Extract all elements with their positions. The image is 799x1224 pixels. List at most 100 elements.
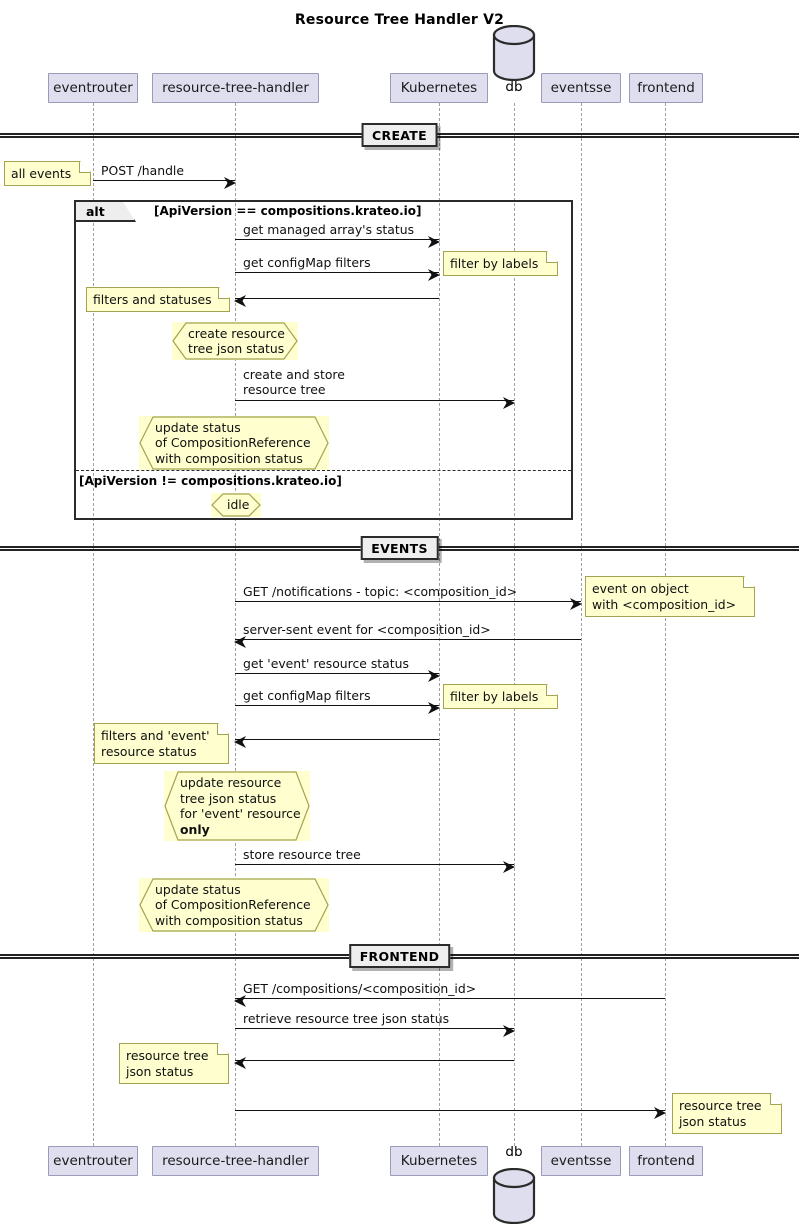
divider-create: CREATE <box>361 123 438 147</box>
arrow-head <box>234 733 246 748</box>
note-filters-and-event-resource-status: filters and 'event' resource status <box>94 723 229 764</box>
message-label-get-configmap-filters-create: get configMap filters <box>243 254 371 270</box>
arrow-head <box>654 1104 666 1119</box>
participant-frontend[interactable]: frontend <box>629 73 703 103</box>
divider-events: EVENTS <box>360 536 439 560</box>
message-create-and-store-resource-tree <box>235 400 514 401</box>
participant-resource-tree-handler[interactable]: resource-tree-handler <box>152 73 319 103</box>
arrow-head <box>428 233 440 248</box>
message-label-get-notifications: GET /notifications - topic: <composition… <box>243 583 518 599</box>
arrow-head <box>234 292 246 307</box>
participant-label-kubernetes: Kubernetes <box>400 1153 478 1169</box>
participant-label-frontend: frontend <box>637 1153 695 1169</box>
arrow-head <box>503 394 515 409</box>
message-get-configmap-filters-create <box>235 272 439 273</box>
message-filters-and-statuses-return <box>235 298 439 299</box>
message-label-get-compositions: GET /compositions/<composition_id> <box>243 980 477 996</box>
message-get-event-resource-status <box>235 673 439 674</box>
message-get-notifications <box>235 601 581 602</box>
note-text-all-events: all events <box>11 166 72 181</box>
participant-label-eventrouter: eventrouter <box>53 1153 133 1169</box>
participant-label-eventrouter: eventrouter <box>53 80 133 96</box>
participant-label-kubernetes: Kubernetes <box>400 80 478 96</box>
participant-label-eventsse: eventsse <box>550 1153 612 1169</box>
note-text-filters-and-event-resource-status: filters and 'event' resource status <box>101 728 210 759</box>
note-event-on-object: event on object with <composition_id> <box>585 576 755 617</box>
message-get-managed-array-status <box>235 239 439 240</box>
note-resource-tree-json-status-handler: resource tree json status <box>119 1043 229 1084</box>
sequence-diagram-canvas: Resource Tree Handler V2 eventrouter reso… <box>0 0 799 1224</box>
hexnote-text-update-status-composition-reference-create: update status of CompositionReference with… <box>155 419 311 466</box>
message-retrieve-resource-tree-json-status <box>235 1028 514 1029</box>
participant-label-frontend: frontend <box>637 80 695 96</box>
message-get-compositions <box>235 998 665 999</box>
arrow-head <box>234 1054 246 1069</box>
message-label-get-configmap-filters-events: get configMap filters <box>243 687 371 703</box>
alt-condition-2: [ApiVersion != compositions.krateo.io] <box>79 474 342 488</box>
hexnote-text-create-resource-tree-json-status: create resource tree json status <box>188 325 285 357</box>
arrow-head <box>570 595 582 610</box>
database-icon <box>492 1167 536 1224</box>
message-label-store-resource-tree: store resource tree <box>243 846 361 862</box>
note-filters-and-statuses: filters and statuses <box>86 287 230 312</box>
hexnote-text-idle: idle <box>227 497 250 513</box>
message-post-handle <box>93 180 235 181</box>
arrow-head <box>428 266 440 281</box>
hexnote-idle: idle <box>211 493 261 517</box>
message-filters-and-event-status-return <box>235 739 439 740</box>
participant-eventrouter[interactable]: eventrouter <box>48 1146 138 1176</box>
participant-label-db: db <box>505 79 523 95</box>
hexnote-update-status-composition-reference-create: update status of CompositionReference with… <box>139 416 329 470</box>
hexnote-update-status-composition-reference-events: update status of CompositionReference with… <box>139 878 329 932</box>
arrow-head <box>224 174 236 189</box>
message-db-return-tree <box>235 1060 514 1061</box>
message-label-post-handle: POST /handle <box>101 162 185 178</box>
note-text-event-on-object: event on object with <composition_id> <box>592 581 737 612</box>
message-get-configmap-filters-events <box>235 705 439 706</box>
alt-condition-1: [ApiVersion == compositions.krateo.io] <box>154 204 422 218</box>
participant-db[interactable]: db <box>492 24 536 103</box>
note-text-filters-and-statuses: filters and statuses <box>93 292 212 307</box>
hexnote-text-update-resource-tree-json-status-only: update resource tree json status for 'even… <box>180 775 301 837</box>
participant-label-resource-tree-handler: resource-tree-handler <box>162 1153 309 1169</box>
message-store-resource-tree <box>235 864 514 865</box>
arrow-head <box>503 858 515 873</box>
participant-frontend[interactable]: frontend <box>629 1146 703 1176</box>
participant-resource-tree-handler[interactable]: resource-tree-handler <box>152 1146 319 1176</box>
hexnote-text-update-status-composition-reference-events: update status of CompositionReference with… <box>155 881 311 928</box>
arrow-head <box>428 699 440 714</box>
page-title: Resource Tree Handler V2 <box>294 12 505 28</box>
hexnote-create-resource-tree-json-status: create resource tree json status <box>172 322 298 360</box>
note-resource-tree-json-status-frontend: resource tree json status <box>672 1093 782 1134</box>
participant-label-resource-tree-handler: resource-tree-handler <box>162 80 309 96</box>
note-text-filter-by-labels-events: filter by labels <box>450 689 539 704</box>
message-handler-return-frontend <box>235 1110 665 1111</box>
participant-kubernetes[interactable]: Kubernetes <box>390 73 488 103</box>
participant-label-db: db <box>505 1144 523 1160</box>
note-text-resource-tree-json-status-frontend: resource tree json status <box>679 1098 762 1129</box>
message-label-server-sent-event: server-sent event for <composition_id> <box>243 621 491 637</box>
participant-eventsse[interactable]: eventsse <box>541 1146 621 1176</box>
participant-db[interactable]: db <box>492 1144 536 1224</box>
message-label-get-managed-array-status: get managed array's status <box>243 221 415 237</box>
message-label-create-and-store-resource-tree: create and store resource tree <box>243 367 345 397</box>
participant-kubernetes[interactable]: Kubernetes <box>390 1146 488 1176</box>
note-all-events: all events <box>4 161 91 186</box>
note-text-filter-by-labels-create: filter by labels <box>450 256 539 271</box>
hexnote-update-resource-tree-json-status-only: update resource tree json status for 'even… <box>164 771 310 841</box>
divider-frontend: FRONTEND <box>348 944 451 968</box>
participant-label-eventsse: eventsse <box>550 80 612 96</box>
note-filter-by-labels-events: filter by labels <box>443 684 558 709</box>
message-label-get-event-resource-status: get 'event' resource status <box>243 655 409 671</box>
database-icon <box>492 24 536 82</box>
alt-group-frame <box>74 200 573 520</box>
arrow-head <box>503 1022 515 1037</box>
message-label-retrieve-resource-tree-json-status: retrieve resource tree json status <box>243 1010 450 1026</box>
participant-eventsse[interactable]: eventsse <box>541 73 621 103</box>
participant-eventrouter[interactable]: eventrouter <box>48 73 138 103</box>
arrow-head <box>428 667 440 682</box>
message-server-sent-event <box>235 639 581 640</box>
note-text-resource-tree-json-status-handler: resource tree json status <box>126 1048 209 1079</box>
note-filter-by-labels-create: filter by labels <box>443 251 558 276</box>
alt-separator <box>76 470 571 471</box>
